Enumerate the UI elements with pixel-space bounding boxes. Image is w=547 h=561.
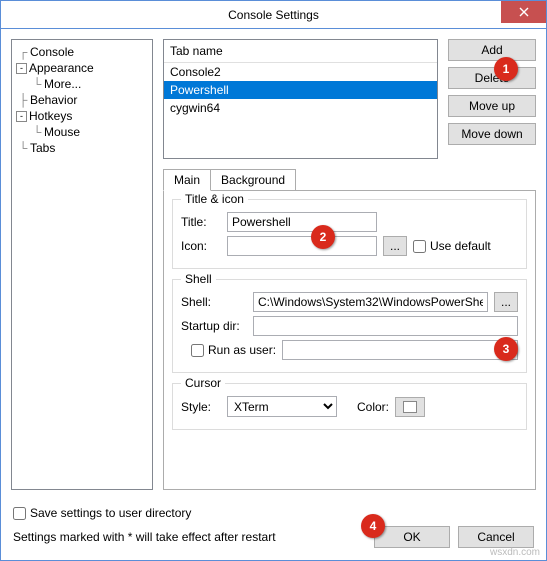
annotation-badge-2: 2 [311, 225, 335, 249]
group-title-icon: Title & icon Title: Icon: ... Use defaul… [172, 199, 527, 269]
tree-connector-icon: └ [30, 125, 44, 139]
right-pane: Tab name Console2Powershellcygwin64 Add … [163, 39, 536, 490]
tree-item-behavior[interactable]: ├Behavior [14, 92, 150, 108]
annotation-badge-1: 1 [494, 57, 518, 81]
save-settings-checkbox[interactable] [13, 507, 26, 520]
run-as-user-label[interactable]: Run as user: [191, 343, 276, 357]
restart-note: Settings marked with * will take effect … [13, 530, 276, 544]
close-button[interactable] [501, 1, 546, 23]
use-default-checkbox[interactable] [413, 240, 426, 253]
tree-item-console[interactable]: ┌Console [14, 44, 150, 60]
tree-item-mouse[interactable]: └Mouse [14, 124, 150, 140]
listbox-header: Tab name [164, 40, 437, 63]
content-area: ┌Console -Appearance └More... ├Behavior … [1, 29, 546, 500]
collapse-icon[interactable]: - [16, 63, 27, 74]
close-icon [519, 7, 529, 17]
icon-browse-button[interactable]: ... [383, 236, 407, 256]
tree-item-more[interactable]: └More... [14, 76, 150, 92]
tree-connector-icon: └ [30, 77, 44, 91]
color-swatch-icon [403, 401, 417, 413]
save-settings-label[interactable]: Save settings to user directory [13, 506, 191, 520]
color-label: Color: [357, 400, 389, 414]
group-legend: Title & icon [181, 192, 248, 206]
move-up-button[interactable]: Move up [448, 95, 536, 117]
tree-item-appearance[interactable]: -Appearance [14, 60, 150, 76]
run-as-user-input[interactable] [282, 340, 518, 360]
tab-main[interactable]: Main [163, 169, 211, 191]
ok-button[interactable]: OK [374, 526, 450, 548]
run-as-user-checkbox[interactable] [191, 344, 204, 357]
tab-panel-main: Title & icon Title: Icon: ... Use defaul… [163, 190, 536, 490]
cancel-button[interactable]: Cancel [458, 526, 534, 548]
annotation-badge-4: 4 [361, 514, 385, 538]
tab-name-listbox[interactable]: Tab name Console2Powershellcygwin64 [163, 39, 438, 159]
shell-input[interactable] [253, 292, 488, 312]
list-item[interactable]: Console2 [164, 63, 437, 81]
shell-browse-button[interactable]: ... [494, 292, 518, 312]
annotation-badge-3: 3 [494, 337, 518, 361]
window-title: Console Settings [228, 8, 319, 22]
style-label: Style: [181, 400, 221, 414]
category-tree[interactable]: ┌Console -Appearance └More... ├Behavior … [11, 39, 153, 490]
tree-connector-icon: ┌ [16, 45, 30, 59]
move-down-button[interactable]: Move down [448, 123, 536, 145]
tree-connector-icon: ├ [16, 93, 30, 107]
tab-background[interactable]: Background [210, 169, 296, 191]
footer: Save settings to user directory Settings… [1, 498, 546, 560]
title-label: Title: [181, 215, 221, 229]
tree-item-hotkeys[interactable]: -Hotkeys [14, 108, 150, 124]
tab-strip: Main Background [163, 169, 536, 191]
group-cursor: Cursor Style: XTerm Color: [172, 383, 527, 430]
group-legend: Shell [181, 272, 216, 286]
collapse-icon[interactable]: - [16, 111, 27, 122]
add-button[interactable]: Add [448, 39, 536, 61]
startup-dir-label: Startup dir: [181, 319, 247, 333]
group-shell: Shell Shell: ... Startup dir: Run as use… [172, 279, 527, 373]
titlebar: Console Settings [1, 1, 546, 29]
list-buttons-column: Add Delete Move up Move down [448, 39, 536, 159]
startup-dir-input[interactable] [253, 316, 518, 336]
title-input[interactable] [227, 212, 377, 232]
tree-connector-icon: └ [16, 141, 30, 155]
use-default-label[interactable]: Use default [413, 239, 491, 253]
settings-window: Console Settings ┌Console -Appearance └M… [0, 0, 547, 561]
icon-label: Icon: [181, 239, 221, 253]
tabs-list-row: Tab name Console2Powershellcygwin64 Add … [163, 39, 536, 159]
icon-input[interactable] [227, 236, 377, 256]
tree-item-tabs[interactable]: └Tabs [14, 140, 150, 156]
shell-label: Shell: [181, 295, 247, 309]
list-item[interactable]: Powershell [164, 81, 437, 99]
watermark: wsxdn.com [490, 547, 540, 558]
style-select[interactable]: XTerm [227, 396, 337, 417]
color-picker-button[interactable] [395, 397, 425, 417]
group-legend: Cursor [181, 376, 225, 390]
list-item[interactable]: cygwin64 [164, 99, 437, 117]
delete-button[interactable]: Delete [448, 67, 536, 89]
